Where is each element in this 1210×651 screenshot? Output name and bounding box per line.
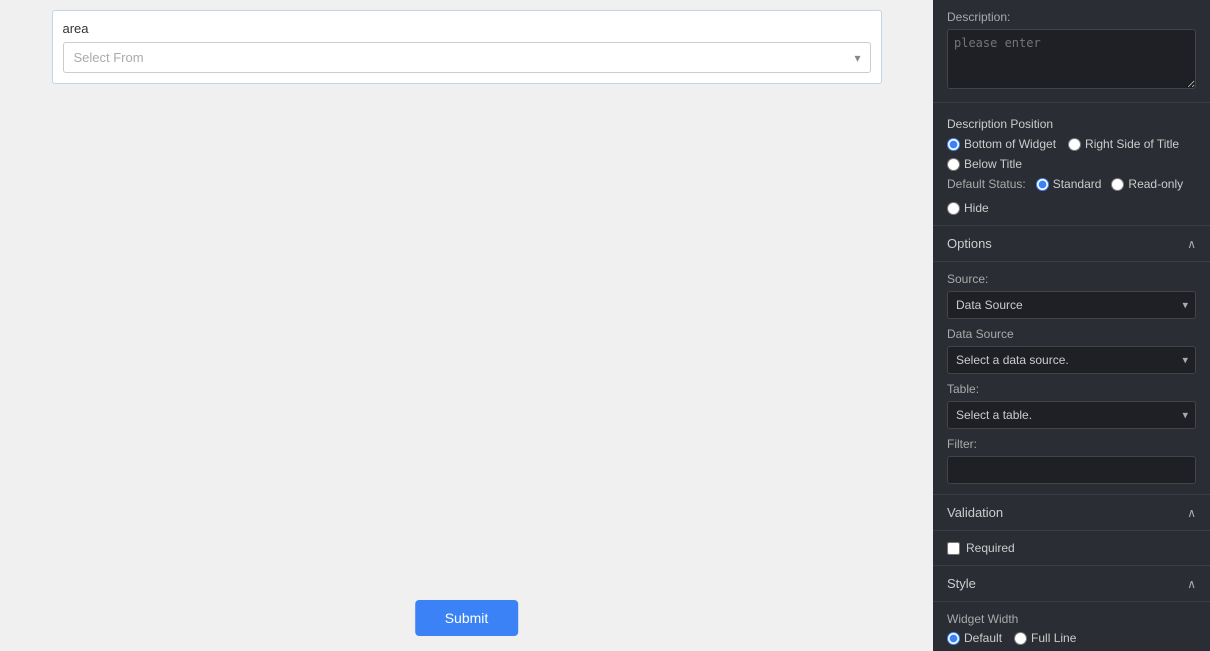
table-select-wrap: Select a table. xyxy=(947,401,1196,429)
widget-label: area xyxy=(63,21,871,36)
desc-position-right[interactable]: Right Side of Title xyxy=(1068,137,1179,151)
description-section: Description: xyxy=(933,0,1210,103)
status-readonly[interactable]: Read-only xyxy=(1111,177,1183,191)
description-label: Description: xyxy=(947,10,1196,24)
options-title: Options xyxy=(947,236,992,251)
style-chevron-icon: ∧ xyxy=(1187,577,1196,591)
status-hide-label: Hide xyxy=(964,201,989,215)
source-select-wrap: Data Source Manual xyxy=(947,291,1196,319)
validation-section-header[interactable]: Validation ∧ xyxy=(933,495,1210,531)
width-full-line-label: Full Line xyxy=(1031,631,1076,645)
table-select[interactable]: Select a table. xyxy=(947,401,1196,429)
data-source-select-wrap: Select a data source. xyxy=(947,346,1196,374)
desc-position-bottom[interactable]: Bottom of Widget xyxy=(947,137,1056,151)
desc-position-right-label: Right Side of Title xyxy=(1085,137,1179,151)
desc-position-below-label: Below Title xyxy=(964,157,1022,171)
status-hide[interactable]: Hide xyxy=(947,201,989,215)
source-label: Source: xyxy=(947,272,1196,286)
required-label: Required xyxy=(966,541,1015,555)
data-source-label: Data Source xyxy=(947,327,1196,341)
default-status-row: Default Status: Standard Read-only Hide xyxy=(947,177,1196,215)
status-standard[interactable]: Standard xyxy=(1036,177,1102,191)
right-panel: Description: Description Position Bottom… xyxy=(933,0,1210,651)
description-position-section: Description Position Bottom of Widget Ri… xyxy=(933,103,1210,226)
filter-label: Filter: xyxy=(947,437,1196,451)
source-select[interactable]: Data Source Manual xyxy=(947,291,1196,319)
style-section-header[interactable]: Style ∧ xyxy=(933,566,1210,602)
select-from-wrapper: Select From ▾ xyxy=(63,42,871,73)
validation-title: Validation xyxy=(947,505,1003,520)
width-default-label: Default xyxy=(964,631,1002,645)
style-content: Widget Width Default Full Line xyxy=(933,602,1210,651)
status-readonly-label: Read-only xyxy=(1128,177,1183,191)
widget-container: area Select From ▾ xyxy=(52,10,882,84)
filter-input[interactable] xyxy=(947,456,1196,484)
desc-position-below[interactable]: Below Title xyxy=(947,157,1022,171)
validation-content: Required xyxy=(933,531,1210,566)
widget-width-group: Default Full Line xyxy=(947,631,1196,645)
style-title: Style xyxy=(947,576,976,591)
data-source-select[interactable]: Select a data source. xyxy=(947,346,1196,374)
table-label: Table: xyxy=(947,382,1196,396)
desc-position-bottom-label: Bottom of Widget xyxy=(964,137,1056,151)
validation-chevron-icon: ∧ xyxy=(1187,506,1196,520)
submit-button[interactable]: Submit xyxy=(415,600,519,636)
desc-position-group: Bottom of Widget Right Side of Title Bel… xyxy=(947,137,1196,171)
desc-position-label: Description Position xyxy=(947,117,1196,131)
width-default[interactable]: Default xyxy=(947,631,1002,645)
select-from-dropdown[interactable]: Select From xyxy=(63,42,871,73)
required-checkbox[interactable]: Required xyxy=(947,541,1196,555)
description-input[interactable] xyxy=(947,29,1196,89)
options-content: Source: Data Source Manual Data Source S… xyxy=(933,262,1210,495)
options-chevron-icon: ∧ xyxy=(1187,237,1196,251)
width-full-line[interactable]: Full Line xyxy=(1014,631,1076,645)
default-status-label: Default Status: xyxy=(947,177,1026,191)
options-section-header[interactable]: Options ∧ xyxy=(933,226,1210,262)
main-area: area Select From ▾ Submit xyxy=(0,0,933,651)
widget-width-label: Widget Width xyxy=(947,612,1196,626)
status-standard-label: Standard xyxy=(1053,177,1102,191)
